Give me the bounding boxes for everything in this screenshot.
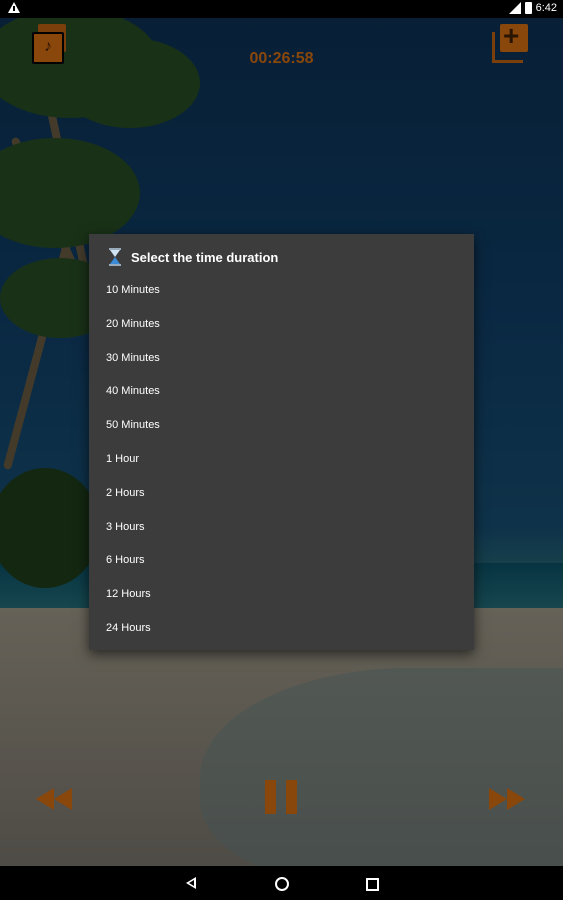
dialog-header: Select the time duration bbox=[109, 248, 278, 266]
status-bar: 6:42 bbox=[0, 0, 563, 18]
home-icon[interactable] bbox=[275, 877, 289, 891]
duration-option[interactable]: 3 Hours bbox=[89, 511, 474, 545]
time-duration-dialog: Select the time duration 10 Minutes 20 M… bbox=[89, 234, 474, 650]
duration-option[interactable]: 2 Hours bbox=[89, 477, 474, 511]
fast-forward-icon[interactable] bbox=[489, 788, 529, 810]
navigation-bar bbox=[0, 866, 563, 900]
back-icon[interactable] bbox=[186, 877, 196, 889]
status-time: 6:42 bbox=[535, 2, 557, 14]
duration-option[interactable]: 20 Minutes bbox=[89, 308, 474, 342]
status-icons: 6:42 bbox=[508, 2, 557, 14]
duration-option[interactable]: 1 Hour bbox=[89, 443, 474, 477]
duration-option[interactable]: 12 Hours bbox=[89, 578, 474, 612]
duration-option[interactable]: 30 Minutes bbox=[89, 342, 474, 376]
countdown-timer: 00:26:58 bbox=[249, 50, 314, 67]
duration-option[interactable]: 24 Hours bbox=[89, 612, 474, 646]
warning-icon-mark bbox=[13, 6, 15, 11]
playback-controls bbox=[0, 770, 563, 830]
rewind-icon[interactable] bbox=[36, 788, 76, 810]
dialog-title: Select the time duration bbox=[131, 249, 279, 265]
duration-option[interactable]: 50 Minutes bbox=[89, 409, 474, 443]
battery-icon bbox=[524, 2, 532, 14]
duration-option[interactable]: 40 Minutes bbox=[89, 375, 474, 409]
add-playlist-icon[interactable]: + bbox=[492, 20, 532, 64]
recents-icon[interactable] bbox=[366, 878, 379, 891]
signal-icon bbox=[508, 2, 521, 14]
duration-option-list: 10 Minutes 20 Minutes 30 Minutes 40 Minu… bbox=[89, 274, 474, 646]
pause-icon[interactable] bbox=[265, 780, 297, 814]
top-bar: ♪ 00:26:58 + bbox=[0, 18, 563, 70]
duration-option[interactable]: 10 Minutes bbox=[89, 274, 474, 308]
duration-option[interactable]: 6 Hours bbox=[89, 544, 474, 578]
hourglass-icon bbox=[109, 248, 121, 266]
